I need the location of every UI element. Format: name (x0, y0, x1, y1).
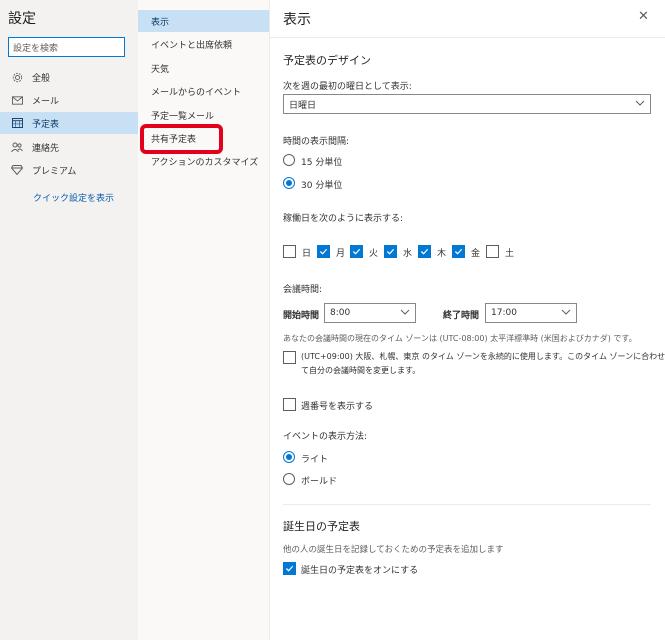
nav-item-label: 連絡先 (32, 143, 60, 154)
people-icon (10, 140, 24, 154)
section-divider (283, 504, 651, 505)
event-display-label: イベントの表示方法: (283, 432, 368, 442)
birthday-checkbox[interactable] (283, 562, 296, 575)
nav-item-label: プレミアム (32, 166, 77, 177)
interval-15-label: 15 分単位 (301, 158, 343, 168)
interval-30-label: 30 分単位 (301, 181, 343, 191)
event-light-radio[interactable] (283, 451, 295, 463)
event-bold-label: ボールド (301, 477, 338, 487)
week-number-checkbox[interactable] (283, 398, 296, 411)
day-sun-checkbox[interactable] (283, 245, 296, 258)
workdays-label: 稼働日を次のように表示する: (283, 214, 404, 224)
sub-item-agenda-mail[interactable]: 予定一覧メール (138, 104, 269, 126)
birthday-toggle-label: 誕生日の予定表をオンにする (301, 566, 419, 576)
day-tue-label: 火 (369, 249, 379, 259)
gear-icon (10, 70, 24, 84)
view-settings-panel: 表示 ✕ 予定表のデザイン 次を週の最初の曜日として表示: 日曜日 時間の表示間… (270, 0, 665, 640)
day-wed-label: 水 (403, 249, 413, 259)
first-day-label: 次を週の最初の曜日として表示: (283, 82, 412, 92)
day-sun-label: 日 (302, 249, 312, 259)
end-time-label: 終了時間 (443, 311, 480, 321)
calendar-icon (10, 116, 24, 130)
day-sat-checkbox[interactable] (486, 245, 499, 258)
birthday-description: 他の人の誕生日を記録しておくための予定表を追加します (283, 545, 504, 555)
nav-item-mail[interactable]: メール (0, 89, 138, 111)
timezone-note: あなたの会議時間の現在のタイム ゾーンは (UTC-08:00) 太平洋標準時 … (283, 334, 637, 343)
quick-settings-link[interactable]: クイック設定を表示 (33, 191, 114, 204)
close-icon[interactable]: ✕ (638, 9, 649, 24)
design-heading: 予定表のデザイン (283, 54, 371, 67)
day-wed-checkbox[interactable] (384, 245, 397, 258)
event-bold-radio[interactable] (283, 473, 295, 485)
panel-title: 表示 (283, 12, 311, 28)
interval-30-radio[interactable] (283, 177, 295, 189)
day-tue-checkbox[interactable] (350, 245, 363, 258)
sub-item-view[interactable]: 表示 (138, 10, 269, 32)
sub-item-events-from-email[interactable]: メールからのイベント (138, 80, 269, 102)
start-time-dropdown[interactable]: 8:00 (324, 303, 416, 323)
sub-item-weather[interactable]: 天気 (138, 57, 269, 79)
start-time-label: 開始時間 (283, 311, 320, 321)
settings-title: 設定 (8, 11, 36, 27)
nav-item-calendar[interactable]: 予定表 (0, 112, 138, 134)
day-sat-label: 土 (505, 249, 515, 259)
settings-nav: 設定 設定を検索 全般 メール 予定表 連絡先 プレミアム クイック設定を表示 (0, 0, 138, 640)
day-fri-label: 金 (471, 249, 481, 259)
event-light-label: ライト (301, 455, 329, 465)
day-fri-checkbox[interactable] (452, 245, 465, 258)
chevron-down-icon (635, 99, 645, 109)
highlight-box (140, 124, 223, 154)
meeting-hours-label: 会議時間: (283, 285, 323, 295)
interval-label: 時間の表示間隔: (283, 137, 350, 147)
nav-item-general[interactable]: 全般 (0, 66, 138, 88)
end-time-value: 17:00 (491, 308, 517, 318)
nav-item-label: 全般 (32, 73, 51, 84)
day-mon-label: 月 (336, 249, 346, 259)
day-thu-checkbox[interactable] (418, 245, 431, 258)
nav-item-label: メール (32, 96, 60, 107)
sub-item-events-invitations[interactable]: イベントと出席依頼 (138, 33, 269, 55)
day-thu-label: 木 (437, 249, 447, 259)
end-time-dropdown[interactable]: 17:00 (485, 303, 577, 323)
mail-icon (10, 93, 24, 107)
header-divider (270, 37, 665, 38)
week-number-label: 週番号を表示する (301, 402, 374, 412)
timezone-checkbox[interactable] (283, 351, 296, 364)
timezone-option-line2: て自分の会議時間を変更します。 (301, 366, 421, 375)
diamond-icon (10, 163, 24, 177)
first-day-dropdown[interactable]: 日曜日 (283, 94, 651, 114)
chevron-down-icon (400, 308, 410, 318)
chevron-down-icon (561, 308, 571, 318)
nav-item-people[interactable]: 連絡先 (0, 136, 138, 158)
timezone-option-line1: (UTC+09:00) 大阪、札幌、東京 のタイム ゾーンを永続的に使用します。… (301, 352, 665, 361)
calendar-sub-nav: 表示 イベントと出席依頼 天気 メールからのイベント 予定一覧メール 共有予定表… (138, 0, 270, 640)
birthday-heading: 誕生日の予定表 (283, 520, 360, 533)
first-day-value: 日曜日 (289, 100, 317, 111)
nav-item-label: 予定表 (32, 119, 60, 130)
day-mon-checkbox[interactable] (317, 245, 330, 258)
settings-search-input[interactable]: 設定を検索 (8, 37, 125, 57)
start-time-value: 8:00 (330, 308, 351, 318)
interval-15-radio[interactable] (283, 154, 295, 166)
nav-item-premium[interactable]: プレミアム (0, 159, 138, 181)
